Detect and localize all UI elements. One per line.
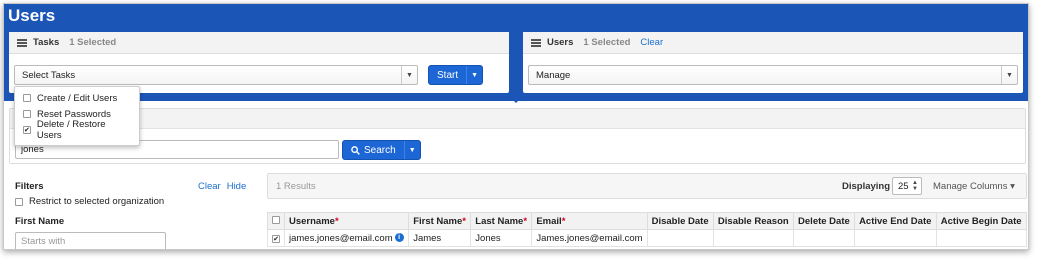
- users-selected-count: 1 Selected: [583, 37, 631, 48]
- column-header[interactable]: Username*: [283, 212, 410, 230]
- task-option-create-edit[interactable]: Create / Edit Users: [23, 90, 131, 106]
- page-title: Users: [8, 6, 56, 25]
- users-action-select[interactable]: Manage ▼: [528, 65, 1018, 85]
- first-name-label: First Name: [15, 216, 65, 227]
- task-option-label: Delete / Restore Users: [36, 119, 106, 141]
- column-header[interactable]: Delete Date: [793, 212, 856, 230]
- filters-hide-link[interactable]: Hide: [227, 181, 247, 192]
- column-header[interactable]: First Name*: [408, 212, 472, 230]
- users-panel: Users 1 Selected Clear Manage ▼: [523, 32, 1023, 93]
- delete-date-cell: [793, 229, 856, 247]
- results-toolbar: 1 Results Displaying 25 ▲ ▼ Manage Column…: [267, 173, 1027, 199]
- tasks-selected-count: 1 Selected: [69, 37, 117, 48]
- first-name-filter-input[interactable]: Starts with: [15, 232, 166, 249]
- users-clear-link[interactable]: Clear: [640, 37, 663, 48]
- select-all-cell: [267, 212, 285, 230]
- column-header[interactable]: Active End Date: [854, 212, 937, 230]
- filters-sidebar: Filters Clear Hide Restrict to selected …: [9, 172, 249, 249]
- search-button[interactable]: Search ▼: [342, 140, 421, 160]
- task-option-checkbox[interactable]: ✔: [23, 126, 31, 134]
- search-panel: jones Search ▼: [9, 108, 1026, 164]
- tasks-select-value: Select Tasks: [22, 70, 76, 81]
- search-icon: [351, 145, 360, 155]
- tasks-select[interactable]: Select Tasks ▼: [14, 65, 418, 85]
- list-icon: [17, 38, 27, 47]
- first-name-cell: James: [408, 229, 472, 247]
- manage-columns-button[interactable]: Manage Columns ▾: [933, 181, 1015, 192]
- list-icon: [531, 38, 541, 47]
- task-option-checkbox[interactable]: [23, 110, 31, 118]
- results-count: 1 Results: [276, 181, 316, 192]
- users-action-value: Manage: [536, 70, 571, 81]
- panel-pointer: [509, 96, 523, 103]
- displaying-label: Displaying: [842, 181, 891, 192]
- filters-clear-link[interactable]: Clear: [198, 181, 221, 192]
- users-panel-header: Users 1 Selected Clear: [523, 32, 1023, 54]
- app-frame: Users Tasks 1 Selected Select Tasks ▼ St…: [3, 3, 1029, 250]
- search-dropdown-toggle[interactable]: ▼: [403, 141, 420, 159]
- start-button-label: Start: [437, 69, 459, 81]
- column-header[interactable]: Last Name*: [470, 212, 533, 230]
- page-size-select[interactable]: 25 ▲ ▼: [892, 177, 922, 195]
- page-size-value: 25: [898, 181, 909, 192]
- disable-reason-cell: [712, 229, 795, 247]
- start-dropdown-toggle[interactable]: ▼: [466, 66, 482, 84]
- task-option-delete-restore[interactable]: ✔ Delete / Restore Users: [23, 119, 131, 141]
- tasks-panel-title: Tasks: [33, 37, 60, 48]
- column-header[interactable]: Email*: [531, 212, 648, 230]
- users-panel-title: Users: [547, 37, 574, 48]
- restrict-org-checkbox[interactable]: [15, 197, 23, 206]
- active-end-date-cell: [854, 229, 937, 247]
- email-cell: James.jones@email.com: [531, 229, 648, 247]
- column-header[interactable]: Disable Reason: [712, 212, 795, 230]
- row-select-cell: ✔: [267, 229, 285, 247]
- last-name-cell: Jones: [470, 229, 533, 247]
- task-option-label: Create / Edit Users: [37, 92, 118, 104]
- chevron-down-icon: ▼: [1001, 66, 1017, 84]
- search-panel-header: [10, 109, 1025, 129]
- table-row[interactable]: ✔ james.jones@email.com i James Jones Jam…: [267, 229, 1028, 247]
- start-button[interactable]: Start ▼: [428, 65, 484, 85]
- info-icon[interactable]: i: [394, 233, 404, 243]
- tasks-panel: Tasks 1 Selected Select Tasks ▼ Start ▼: [9, 32, 509, 93]
- tasks-panel-header: Tasks 1 Selected: [9, 32, 509, 54]
- table-header-row: Username* First Name* Last Name* Email* …: [267, 212, 1028, 230]
- task-option-label: Reset Passwords: [37, 108, 111, 120]
- restrict-org-option[interactable]: Restrict to selected organization: [15, 196, 164, 207]
- users-table: Username* First Name* Last Name* Email* …: [267, 212, 1028, 247]
- task-option-checkbox[interactable]: [23, 94, 31, 102]
- username-cell[interactable]: james.jones@email.com i: [283, 229, 410, 247]
- chevron-down-icon: ▼: [401, 66, 417, 84]
- stepper-icon: ▲ ▼: [912, 180, 918, 192]
- select-all-checkbox[interactable]: [272, 215, 280, 224]
- restrict-org-label: Restrict to selected organization: [29, 196, 165, 207]
- column-header[interactable]: Active Begin Date: [935, 212, 1028, 230]
- tasks-dropdown-menu: Create / Edit Users Reset Passwords ✔ De…: [14, 86, 140, 146]
- search-button-label: Search: [364, 144, 396, 156]
- active-begin-date-cell: [935, 229, 1028, 247]
- row-checkbox[interactable]: ✔: [272, 235, 280, 243]
- disable-date-cell: [646, 229, 714, 247]
- filters-title: Filters: [15, 181, 44, 192]
- column-header[interactable]: Disable Date: [646, 212, 714, 230]
